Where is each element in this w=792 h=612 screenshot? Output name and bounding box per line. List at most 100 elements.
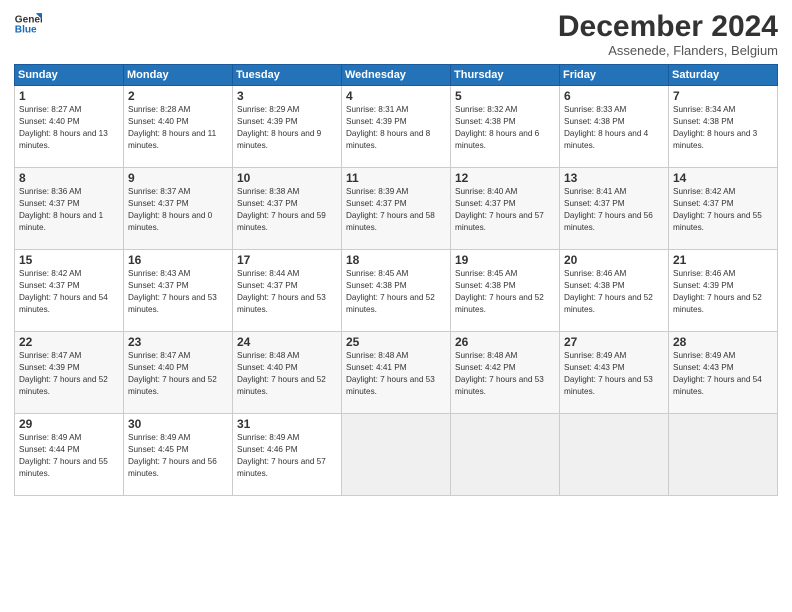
day-info: Sunrise: 8:45 AMSunset: 4:38 PMDaylight:…	[455, 269, 544, 314]
day-info: Sunrise: 8:33 AMSunset: 4:38 PMDaylight:…	[564, 105, 648, 150]
day-number: 13	[564, 171, 665, 185]
day-cell: 16 Sunrise: 8:43 AMSunset: 4:37 PMDayligh…	[124, 250, 233, 332]
calendar-page: General Blue December 2024 Assenede, Fla…	[0, 0, 792, 612]
day-number: 20	[564, 253, 665, 267]
day-number: 17	[237, 253, 338, 267]
day-info: Sunrise: 8:42 AMSunset: 4:37 PMDaylight:…	[19, 269, 108, 314]
day-cell: 19 Sunrise: 8:45 AMSunset: 4:38 PMDayligh…	[451, 250, 560, 332]
col-sunday: Sunday	[15, 65, 124, 86]
day-cell: 8 Sunrise: 8:36 AMSunset: 4:37 PMDaylight…	[15, 168, 124, 250]
day-number: 27	[564, 335, 665, 349]
day-info: Sunrise: 8:48 AMSunset: 4:42 PMDaylight:…	[455, 351, 544, 396]
day-cell: 24 Sunrise: 8:48 AMSunset: 4:40 PMDayligh…	[233, 332, 342, 414]
day-number: 1	[19, 89, 120, 103]
day-number: 30	[128, 417, 229, 431]
day-number: 28	[673, 335, 774, 349]
day-cell: 21 Sunrise: 8:46 AMSunset: 4:39 PMDayligh…	[669, 250, 778, 332]
day-info: Sunrise: 8:49 AMSunset: 4:43 PMDaylight:…	[673, 351, 762, 396]
col-thursday: Thursday	[451, 65, 560, 86]
day-number: 29	[19, 417, 120, 431]
day-number: 10	[237, 171, 338, 185]
day-number: 16	[128, 253, 229, 267]
day-number: 15	[19, 253, 120, 267]
empty-cell	[560, 414, 669, 496]
day-cell: 13 Sunrise: 8:41 AMSunset: 4:37 PMDayligh…	[560, 168, 669, 250]
day-cell: 17 Sunrise: 8:44 AMSunset: 4:37 PMDayligh…	[233, 250, 342, 332]
calendar-week-row: 1 Sunrise: 8:27 AMSunset: 4:40 PMDaylight…	[15, 86, 778, 168]
day-cell: 14 Sunrise: 8:42 AMSunset: 4:37 PMDayligh…	[669, 168, 778, 250]
location-subtitle: Assenede, Flanders, Belgium	[558, 43, 778, 58]
day-number: 23	[128, 335, 229, 349]
day-info: Sunrise: 8:39 AMSunset: 4:37 PMDaylight:…	[346, 187, 435, 232]
col-monday: Monday	[124, 65, 233, 86]
day-info: Sunrise: 8:47 AMSunset: 4:39 PMDaylight:…	[19, 351, 108, 396]
calendar-table: Sunday Monday Tuesday Wednesday Thursday…	[14, 64, 778, 496]
empty-cell	[342, 414, 451, 496]
day-cell: 1 Sunrise: 8:27 AMSunset: 4:40 PMDaylight…	[15, 86, 124, 168]
day-number: 22	[19, 335, 120, 349]
day-number: 8	[19, 171, 120, 185]
calendar-week-row: 22 Sunrise: 8:47 AMSunset: 4:39 PMDayligh…	[15, 332, 778, 414]
day-number: 26	[455, 335, 556, 349]
day-number: 5	[455, 89, 556, 103]
day-cell: 15 Sunrise: 8:42 AMSunset: 4:37 PMDayligh…	[15, 250, 124, 332]
day-info: Sunrise: 8:36 AMSunset: 4:37 PMDaylight:…	[19, 187, 103, 232]
day-cell: 3Sunrise: 8:29 AMSunset: 4:39 PMDaylight…	[233, 86, 342, 168]
day-info: Sunrise: 8:40 AMSunset: 4:37 PMDaylight:…	[455, 187, 544, 232]
day-info: Sunrise: 8:46 AMSunset: 4:39 PMDaylight:…	[673, 269, 762, 314]
day-info: Sunrise: 8:45 AMSunset: 4:38 PMDaylight:…	[346, 269, 435, 314]
day-info: Sunrise: 8:38 AMSunset: 4:37 PMDaylight:…	[237, 187, 326, 232]
month-title: December 2024	[558, 10, 778, 43]
header-row: Sunday Monday Tuesday Wednesday Thursday…	[15, 65, 778, 86]
day-cell: 30 Sunrise: 8:49 AMSunset: 4:45 PMDayligh…	[124, 414, 233, 496]
day-info: Sunrise: 8:43 AMSunset: 4:37 PMDaylight:…	[128, 269, 217, 314]
day-cell: 25 Sunrise: 8:48 AMSunset: 4:41 PMDayligh…	[342, 332, 451, 414]
calendar-week-row: 15 Sunrise: 8:42 AMSunset: 4:37 PMDayligh…	[15, 250, 778, 332]
day-info: Sunrise: 8:48 AMSunset: 4:40 PMDaylight:…	[237, 351, 326, 396]
day-number: 9	[128, 171, 229, 185]
day-cell: 31Sunrise: 8:49 AMSunset: 4:46 PMDayligh…	[233, 414, 342, 496]
logo: General Blue	[14, 10, 42, 38]
day-info: Sunrise: 8:41 AMSunset: 4:37 PMDaylight:…	[564, 187, 653, 232]
day-cell: 28 Sunrise: 8:49 AMSunset: 4:43 PMDayligh…	[669, 332, 778, 414]
day-info: Sunrise: 8:46 AMSunset: 4:38 PMDaylight:…	[564, 269, 653, 314]
day-info: Sunrise: 8:44 AMSunset: 4:37 PMDaylight:…	[237, 269, 326, 314]
col-saturday: Saturday	[669, 65, 778, 86]
col-tuesday: Tuesday	[233, 65, 342, 86]
day-number: 6	[564, 89, 665, 103]
day-info: Sunrise: 8:29 AMSunset: 4:39 PMDaylight:…	[237, 105, 321, 150]
day-cell: 9 Sunrise: 8:37 AMSunset: 4:37 PMDaylight…	[124, 168, 233, 250]
day-cell: 2 Sunrise: 8:28 AMSunset: 4:40 PMDaylight…	[124, 86, 233, 168]
day-info: Sunrise: 8:49 AMSunset: 4:45 PMDaylight:…	[128, 433, 217, 478]
svg-text:Blue: Blue	[15, 25, 37, 36]
day-info: Sunrise: 8:27 AMSunset: 4:40 PMDaylight:…	[19, 105, 108, 150]
day-info: Sunrise: 8:34 AMSunset: 4:38 PMDaylight:…	[673, 105, 757, 150]
day-info: Sunrise: 8:28 AMSunset: 4:40 PMDaylight:…	[128, 105, 216, 150]
day-cell: 10 Sunrise: 8:38 AMSunset: 4:37 PMDayligh…	[233, 168, 342, 250]
day-cell: 27Sunrise: 8:49 AMSunset: 4:43 PMDayligh…	[560, 332, 669, 414]
day-cell: 20 Sunrise: 8:46 AMSunset: 4:38 PMDayligh…	[560, 250, 669, 332]
day-number: 14	[673, 171, 774, 185]
day-number: 19	[455, 253, 556, 267]
col-friday: Friday	[560, 65, 669, 86]
day-info: Sunrise: 8:37 AMSunset: 4:37 PMDaylight:…	[128, 187, 212, 232]
day-number: 24	[237, 335, 338, 349]
day-cell: 6 Sunrise: 8:33 AMSunset: 4:38 PMDaylight…	[560, 86, 669, 168]
day-info: Sunrise: 8:49 AMSunset: 4:44 PMDaylight:…	[19, 433, 108, 478]
logo-icon: General Blue	[14, 10, 42, 38]
day-info: Sunrise: 8:42 AMSunset: 4:37 PMDaylight:…	[673, 187, 762, 232]
day-number: 25	[346, 335, 447, 349]
header: General Blue December 2024 Assenede, Fla…	[14, 10, 778, 58]
day-info: Sunrise: 8:47 AMSunset: 4:40 PMDaylight:…	[128, 351, 217, 396]
day-number: 7	[673, 89, 774, 103]
calendar-week-row: 29 Sunrise: 8:49 AMSunset: 4:44 PMDayligh…	[15, 414, 778, 496]
day-number: 18	[346, 253, 447, 267]
day-cell: 23 Sunrise: 8:47 AMSunset: 4:40 PMDayligh…	[124, 332, 233, 414]
day-info: Sunrise: 8:32 AMSunset: 4:38 PMDaylight:…	[455, 105, 539, 150]
day-number: 4	[346, 89, 447, 103]
day-cell: 5 Sunrise: 8:32 AMSunset: 4:38 PMDaylight…	[451, 86, 560, 168]
col-wednesday: Wednesday	[342, 65, 451, 86]
day-number: 21	[673, 253, 774, 267]
day-info: Sunrise: 8:48 AMSunset: 4:41 PMDaylight:…	[346, 351, 435, 396]
day-number: 2	[128, 89, 229, 103]
